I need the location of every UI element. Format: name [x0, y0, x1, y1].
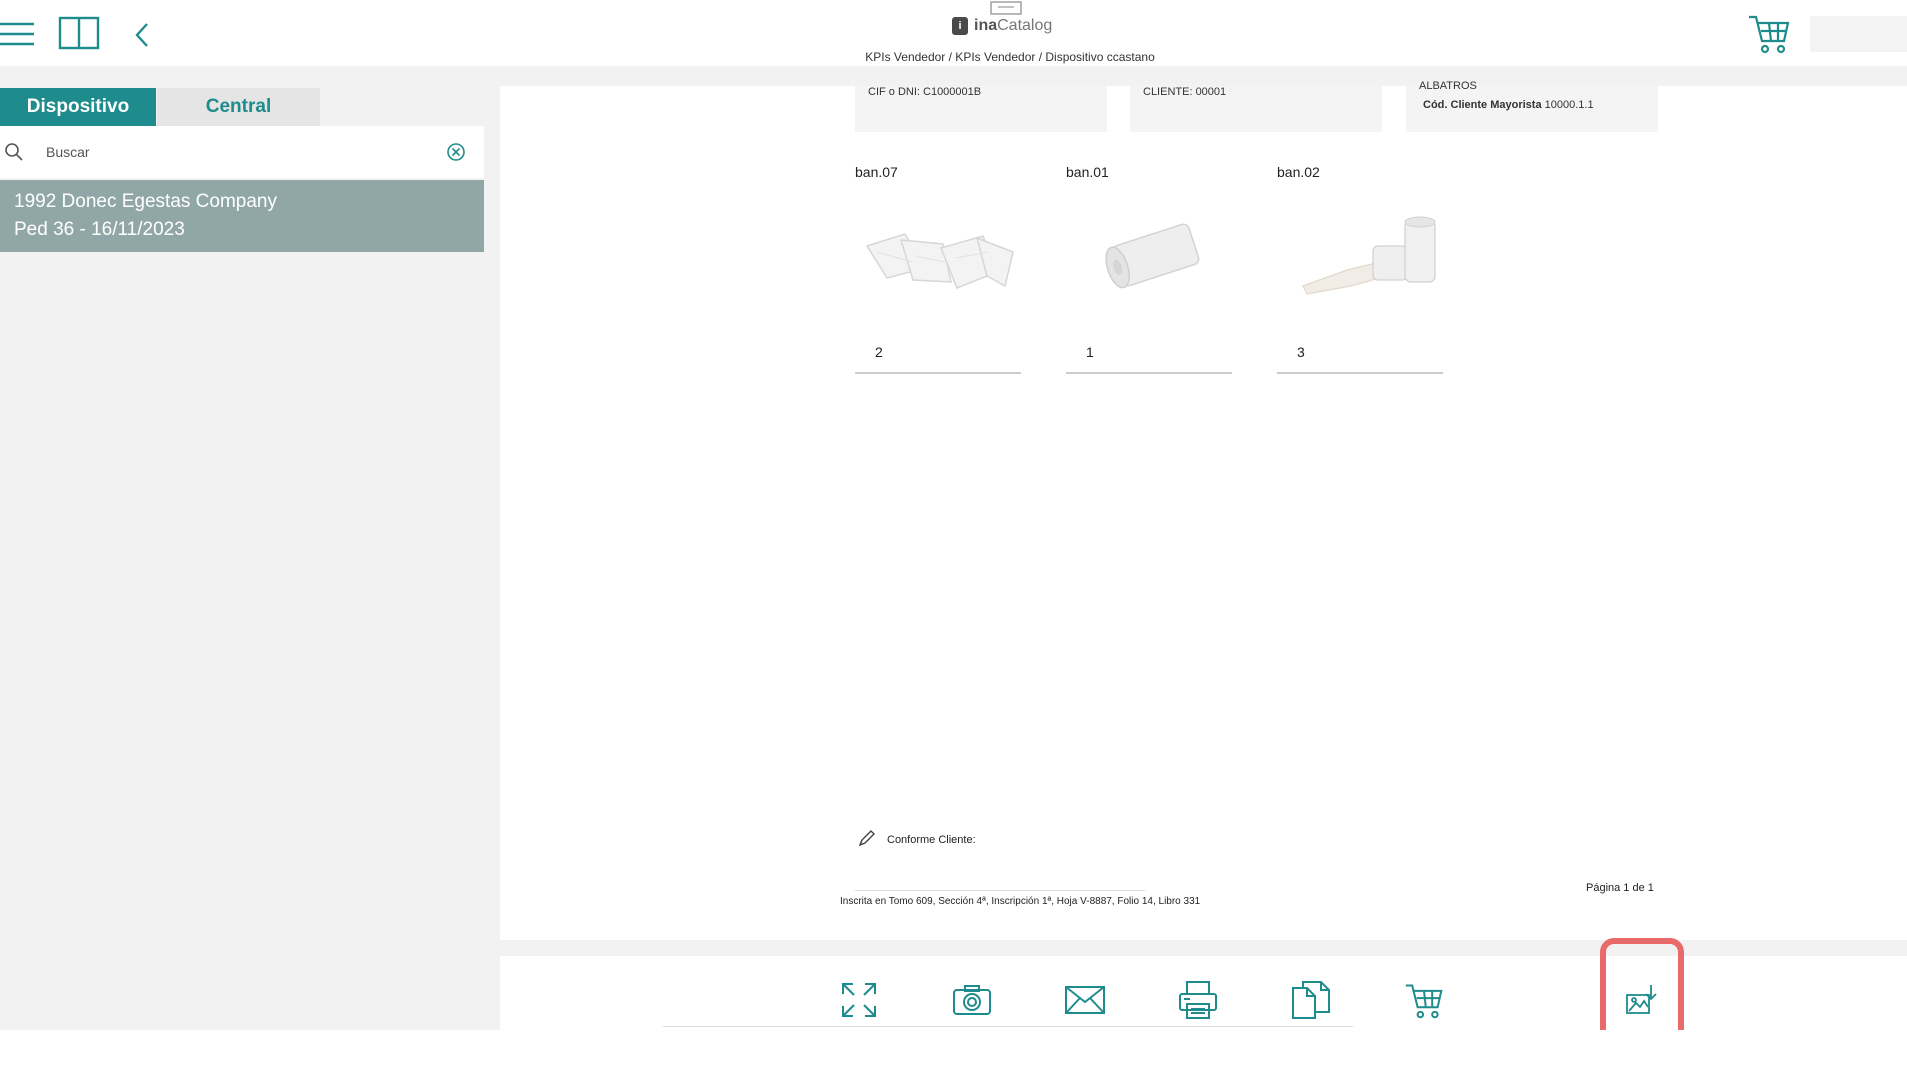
breadcrumb: KPIs Vendedor / KPIs Vendedor / Disposit… [865, 50, 1155, 64]
cod-value: 10000.1.1 [1544, 99, 1594, 111]
clear-search-icon[interactable] [446, 142, 466, 167]
app-header: i inaCatalog KPIs Vendedor / KPIs Vended… [0, 0, 1907, 66]
albatros-text: ALBATROS [1419, 80, 1477, 92]
add-to-cart-icon[interactable] [1404, 980, 1444, 1020]
cliente-text: CLIENTE: 00001 [1143, 86, 1227, 98]
cod-label: Cód. Cliente Mayorista [1423, 99, 1542, 111]
signature-line [855, 890, 1145, 891]
product-code: ban.02 [1277, 164, 1320, 180]
cod-cliente: Cód. Cliente Mayorista 10000.1.1 [1423, 99, 1594, 111]
menu-icon[interactable] [0, 18, 36, 50]
list-item-subtitle: Ped 36 - 16/11/2023 [14, 219, 185, 240]
search-bar [0, 126, 484, 178]
list-item-title: 1992 Donec Egestas Company [14, 191, 277, 212]
pen-icon [857, 828, 877, 851]
info-cif: CIF o DNI: C1000001B [855, 86, 1107, 132]
product-card: ban.01 1 [1066, 164, 1236, 374]
product-quantity[interactable]: 2 [855, 344, 1021, 374]
product-image-bandage-roll [1076, 206, 1236, 306]
camera-icon[interactable] [952, 980, 992, 1020]
back-chevron-icon[interactable] [130, 20, 154, 50]
expand-icon[interactable] [839, 980, 879, 1020]
tab-central[interactable]: Central [157, 88, 320, 126]
cif-text: CIF o DNI: C1000001B [868, 86, 982, 98]
product-quantity[interactable]: 3 [1277, 344, 1443, 374]
tray-icon [990, 1, 1022, 15]
product-card: ban.07 2 [855, 164, 1025, 374]
product-code: ban.01 [1066, 164, 1109, 180]
search-input[interactable] [44, 138, 428, 166]
printer-icon[interactable] [1178, 980, 1218, 1020]
email-icon[interactable] [1065, 980, 1105, 1020]
cart-icon[interactable] [1746, 10, 1792, 56]
customer-signature: Conforme Cliente: [857, 828, 976, 851]
signature-label: Conforme Cliente: [887, 833, 976, 846]
catalog-book-icon[interactable] [58, 16, 100, 52]
info-albatros: ALBATROS Cód. Cliente Mayorista 10000.1.… [1406, 80, 1658, 132]
search-icon [4, 142, 24, 167]
product-image-unrolled-bandage [1287, 206, 1447, 306]
product-card: ban.02 3 [1277, 164, 1447, 374]
brand-name: inaCatalog [974, 17, 1053, 34]
product-code: ban.07 [855, 164, 898, 180]
sidebar: Dispositivo Central 1992 Donec Egestas C… [0, 66, 500, 1030]
product-quantity[interactable]: 1 [1066, 344, 1232, 374]
bottom-strip [0, 1030, 1907, 1068]
legal-footer: Inscrita en Tomo 609, Sección 4ª, Inscri… [840, 896, 1201, 907]
user-area[interactable] [1810, 16, 1907, 52]
info-cliente: CLIENTE: 00001 [1130, 86, 1382, 132]
export-image-icon[interactable] [1622, 980, 1662, 1020]
tab-dispositivo[interactable]: Dispositivo [0, 88, 156, 126]
page-number: Página 1 de 1 [1586, 882, 1654, 894]
product-image-folded-gauze [865, 206, 1025, 306]
toolbar-divider [663, 1026, 1353, 1027]
logo-badge-icon: i [952, 17, 968, 35]
app-logo: i inaCatalog [952, 14, 1072, 38]
list-item[interactable]: 1992 Donec Egestas Company Ped 36 - 16/1… [0, 180, 484, 252]
copy-document-icon[interactable] [1291, 980, 1331, 1020]
